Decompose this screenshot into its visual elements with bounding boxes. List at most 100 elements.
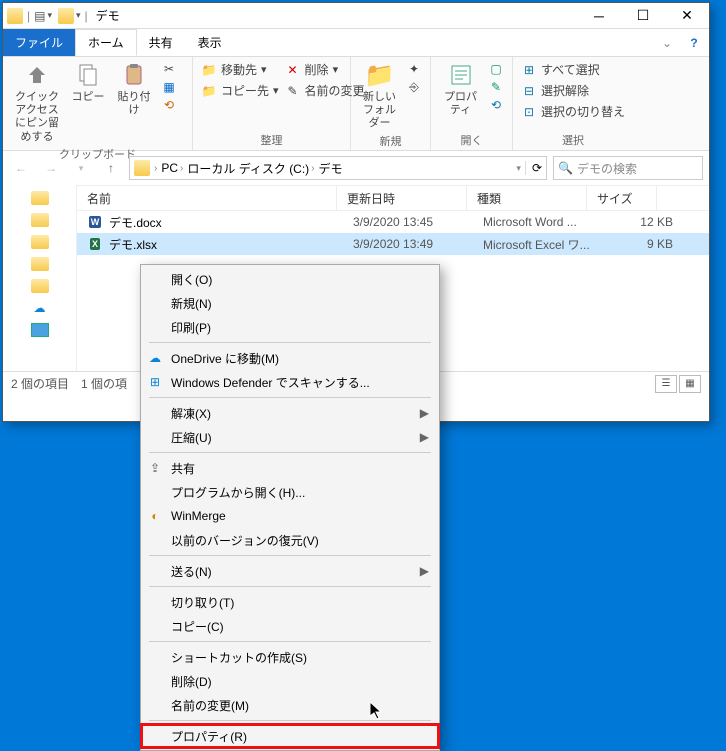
pin-quick-access-button[interactable]: クイック アクセス にピン留めする	[11, 61, 63, 144]
col-date[interactable]: 更新日時	[337, 186, 467, 210]
easy-access-button[interactable]: ⎆	[406, 79, 422, 95]
col-type[interactable]: 種類	[467, 186, 587, 210]
menu-item[interactable]: ⊞Windows Defender でスキャンする...	[141, 370, 439, 394]
edit-button[interactable]: ✎	[488, 79, 504, 95]
menu-item-label: 圧縮(U)	[171, 429, 212, 446]
window-title: デモ	[96, 7, 577, 24]
move-to-button[interactable]: 📁移動先 ▾	[201, 61, 279, 78]
col-size[interactable]: サイズ	[587, 186, 657, 210]
folder-icon	[134, 160, 150, 176]
breadcrumb-bar[interactable]: › PC › ローカル ディスク (C:) › デモ ▾ ⟳	[129, 156, 547, 180]
menu-item[interactable]: 解凍(X)▶	[141, 401, 439, 425]
file-row[interactable]: Xデモ.xlsx3/9/2020 13:49Microsoft Excel ワ.…	[77, 233, 709, 255]
menu-item[interactable]: 圧縮(U) ▶	[141, 425, 439, 449]
winmerge-icon: ◐	[147, 508, 163, 524]
qat-dropdown-icon[interactable]: ▾	[47, 10, 52, 21]
file-row[interactable]: Wデモ.docx3/9/2020 13:45Microsoft Word ...…	[77, 211, 709, 233]
search-input[interactable]: 🔍 デモの検索	[553, 156, 703, 180]
excel-icon: X	[87, 236, 103, 252]
open-button[interactable]: ▢	[488, 61, 504, 77]
paste-button[interactable]: 貼り付け	[113, 61, 155, 117]
back-button[interactable]: ←	[9, 156, 33, 180]
menu-item[interactable]: プログラムから開く(H)...	[141, 480, 439, 504]
menu-item-label: 切り取り(T)	[171, 594, 234, 611]
tree-folder-icon[interactable]	[31, 235, 49, 249]
copy-path-button[interactable]: ▦	[161, 79, 177, 95]
close-button[interactable]: ✕	[665, 3, 709, 29]
menu-item[interactable]: 開く(O)	[141, 267, 439, 291]
file-menu[interactable]: ファイル	[3, 29, 75, 56]
tree-folder-icon[interactable]	[31, 257, 49, 271]
nav-tree[interactable]: ☁	[3, 185, 77, 371]
share-tab[interactable]: 共有	[137, 29, 186, 56]
icons-view-button[interactable]: ▦	[679, 375, 701, 393]
menu-item[interactable]: ショートカットの作成(S)	[141, 645, 439, 669]
menu-item-label: 送る(N)	[171, 563, 212, 580]
menu-item-label: 名前の変更(M)	[171, 697, 249, 714]
breadcrumb-demo[interactable]: デモ	[319, 160, 343, 177]
context-menu: 開く(O) 新規(N) 印刷(P) ☁OneDrive に移動(M)⊞Windows …	[140, 264, 440, 751]
submenu-arrow-icon: ▶	[420, 430, 429, 444]
select-none-button[interactable]: ⊟選択解除	[521, 82, 625, 99]
pc-icon[interactable]	[31, 323, 49, 337]
details-view-button[interactable]: ☰	[655, 375, 677, 393]
recent-dropdown[interactable]: ▾	[69, 156, 93, 180]
menu-item[interactable]: ☁OneDrive に移動(M)	[141, 346, 439, 370]
menu-item[interactable]: ⇪共有	[141, 456, 439, 480]
menu-item[interactable]: 名前の変更(M)	[141, 693, 439, 717]
copy-to-button[interactable]: 📁コピー先 ▾	[201, 82, 279, 99]
new-folder-button[interactable]: 📁 新しい フォルダー	[359, 61, 400, 131]
search-icon: 🔍	[558, 161, 573, 175]
breadcrumb-pc[interactable]: PC ›	[161, 161, 183, 175]
up-button[interactable]: ↑	[99, 156, 123, 180]
refresh-button[interactable]: ⟳	[525, 161, 542, 175]
help-button[interactable]: ?	[679, 29, 709, 56]
breadcrumb-c[interactable]: ローカル ディスク (C:) ›	[187, 160, 314, 177]
cut-button[interactable]: ✂	[161, 61, 177, 77]
minimize-ribbon-icon[interactable]: ⌄	[655, 29, 679, 56]
menu-item-label: 解凍(X)	[171, 405, 211, 422]
paste-shortcut-button[interactable]: ⟲	[161, 97, 177, 113]
invert-selection-button[interactable]: ⊡選択の切り替え	[521, 103, 625, 120]
menubar: ファイル ホーム 共有 表示 ⌄ ?	[3, 29, 709, 57]
status-item-count: 2 個の項目	[11, 375, 69, 392]
onedrive-icon[interactable]: ☁	[34, 301, 46, 315]
history-button[interactable]: ⟲	[488, 97, 504, 113]
qat-dropdown-icon[interactable]: ▾	[76, 10, 81, 21]
menu-item[interactable]: 切り取り(T)	[141, 590, 439, 614]
menu-item[interactable]: 印刷(P)	[141, 315, 439, 339]
qat-new-icon[interactable]: ▤	[34, 9, 45, 23]
titlebar: | ▤ ▾ ▾ | デモ ─ ☐ ✕	[3, 3, 709, 29]
menu-item-label: プロパティ(R)	[171, 728, 247, 745]
menu-item[interactable]: 削除(D)	[141, 669, 439, 693]
tree-folder-icon[interactable]	[31, 279, 49, 293]
menu-separator	[149, 586, 431, 587]
maximize-button[interactable]: ☐	[621, 3, 665, 29]
minimize-button[interactable]: ─	[577, 3, 621, 29]
new-item-button[interactable]: ✦	[406, 61, 422, 77]
onedrive-icon: ☁	[147, 350, 163, 366]
properties-button[interactable]: プロパティ	[439, 61, 482, 117]
select-all-button[interactable]: ⊞すべて選択	[521, 61, 625, 78]
tree-folder-icon[interactable]	[31, 191, 49, 205]
copy-button[interactable]: コピー	[69, 61, 107, 104]
cursor-icon	[370, 702, 384, 720]
file-date: 3/9/2020 13:45	[353, 215, 483, 229]
menu-item[interactable]: 以前のバージョンの復元(V)	[141, 528, 439, 552]
menu-item-label: 以前のバージョンの復元(V)	[171, 532, 319, 549]
menu-item[interactable]: コピー(C)	[141, 614, 439, 638]
status-selected-count: 1 個の項	[81, 375, 127, 392]
menu-item-label: 削除(D)	[171, 673, 212, 690]
new-group-label: 新規	[359, 131, 422, 149]
menu-item[interactable]: プロパティ(R)	[141, 724, 439, 748]
menu-item[interactable]: 送る(N)▶	[141, 559, 439, 583]
home-tab[interactable]: ホーム	[75, 29, 137, 56]
col-name[interactable]: 名前	[77, 186, 337, 210]
menu-item[interactable]: 新規(N)	[141, 291, 439, 315]
view-tab[interactable]: 表示	[186, 29, 235, 56]
tree-folder-icon[interactable]	[31, 213, 49, 227]
breadcrumb-dropdown-icon[interactable]: ▾	[516, 163, 521, 174]
menu-item[interactable]: ◐WinMerge	[141, 504, 439, 528]
menu-item-label: 新規(N)	[171, 295, 212, 312]
forward-button[interactable]: →	[39, 156, 63, 180]
